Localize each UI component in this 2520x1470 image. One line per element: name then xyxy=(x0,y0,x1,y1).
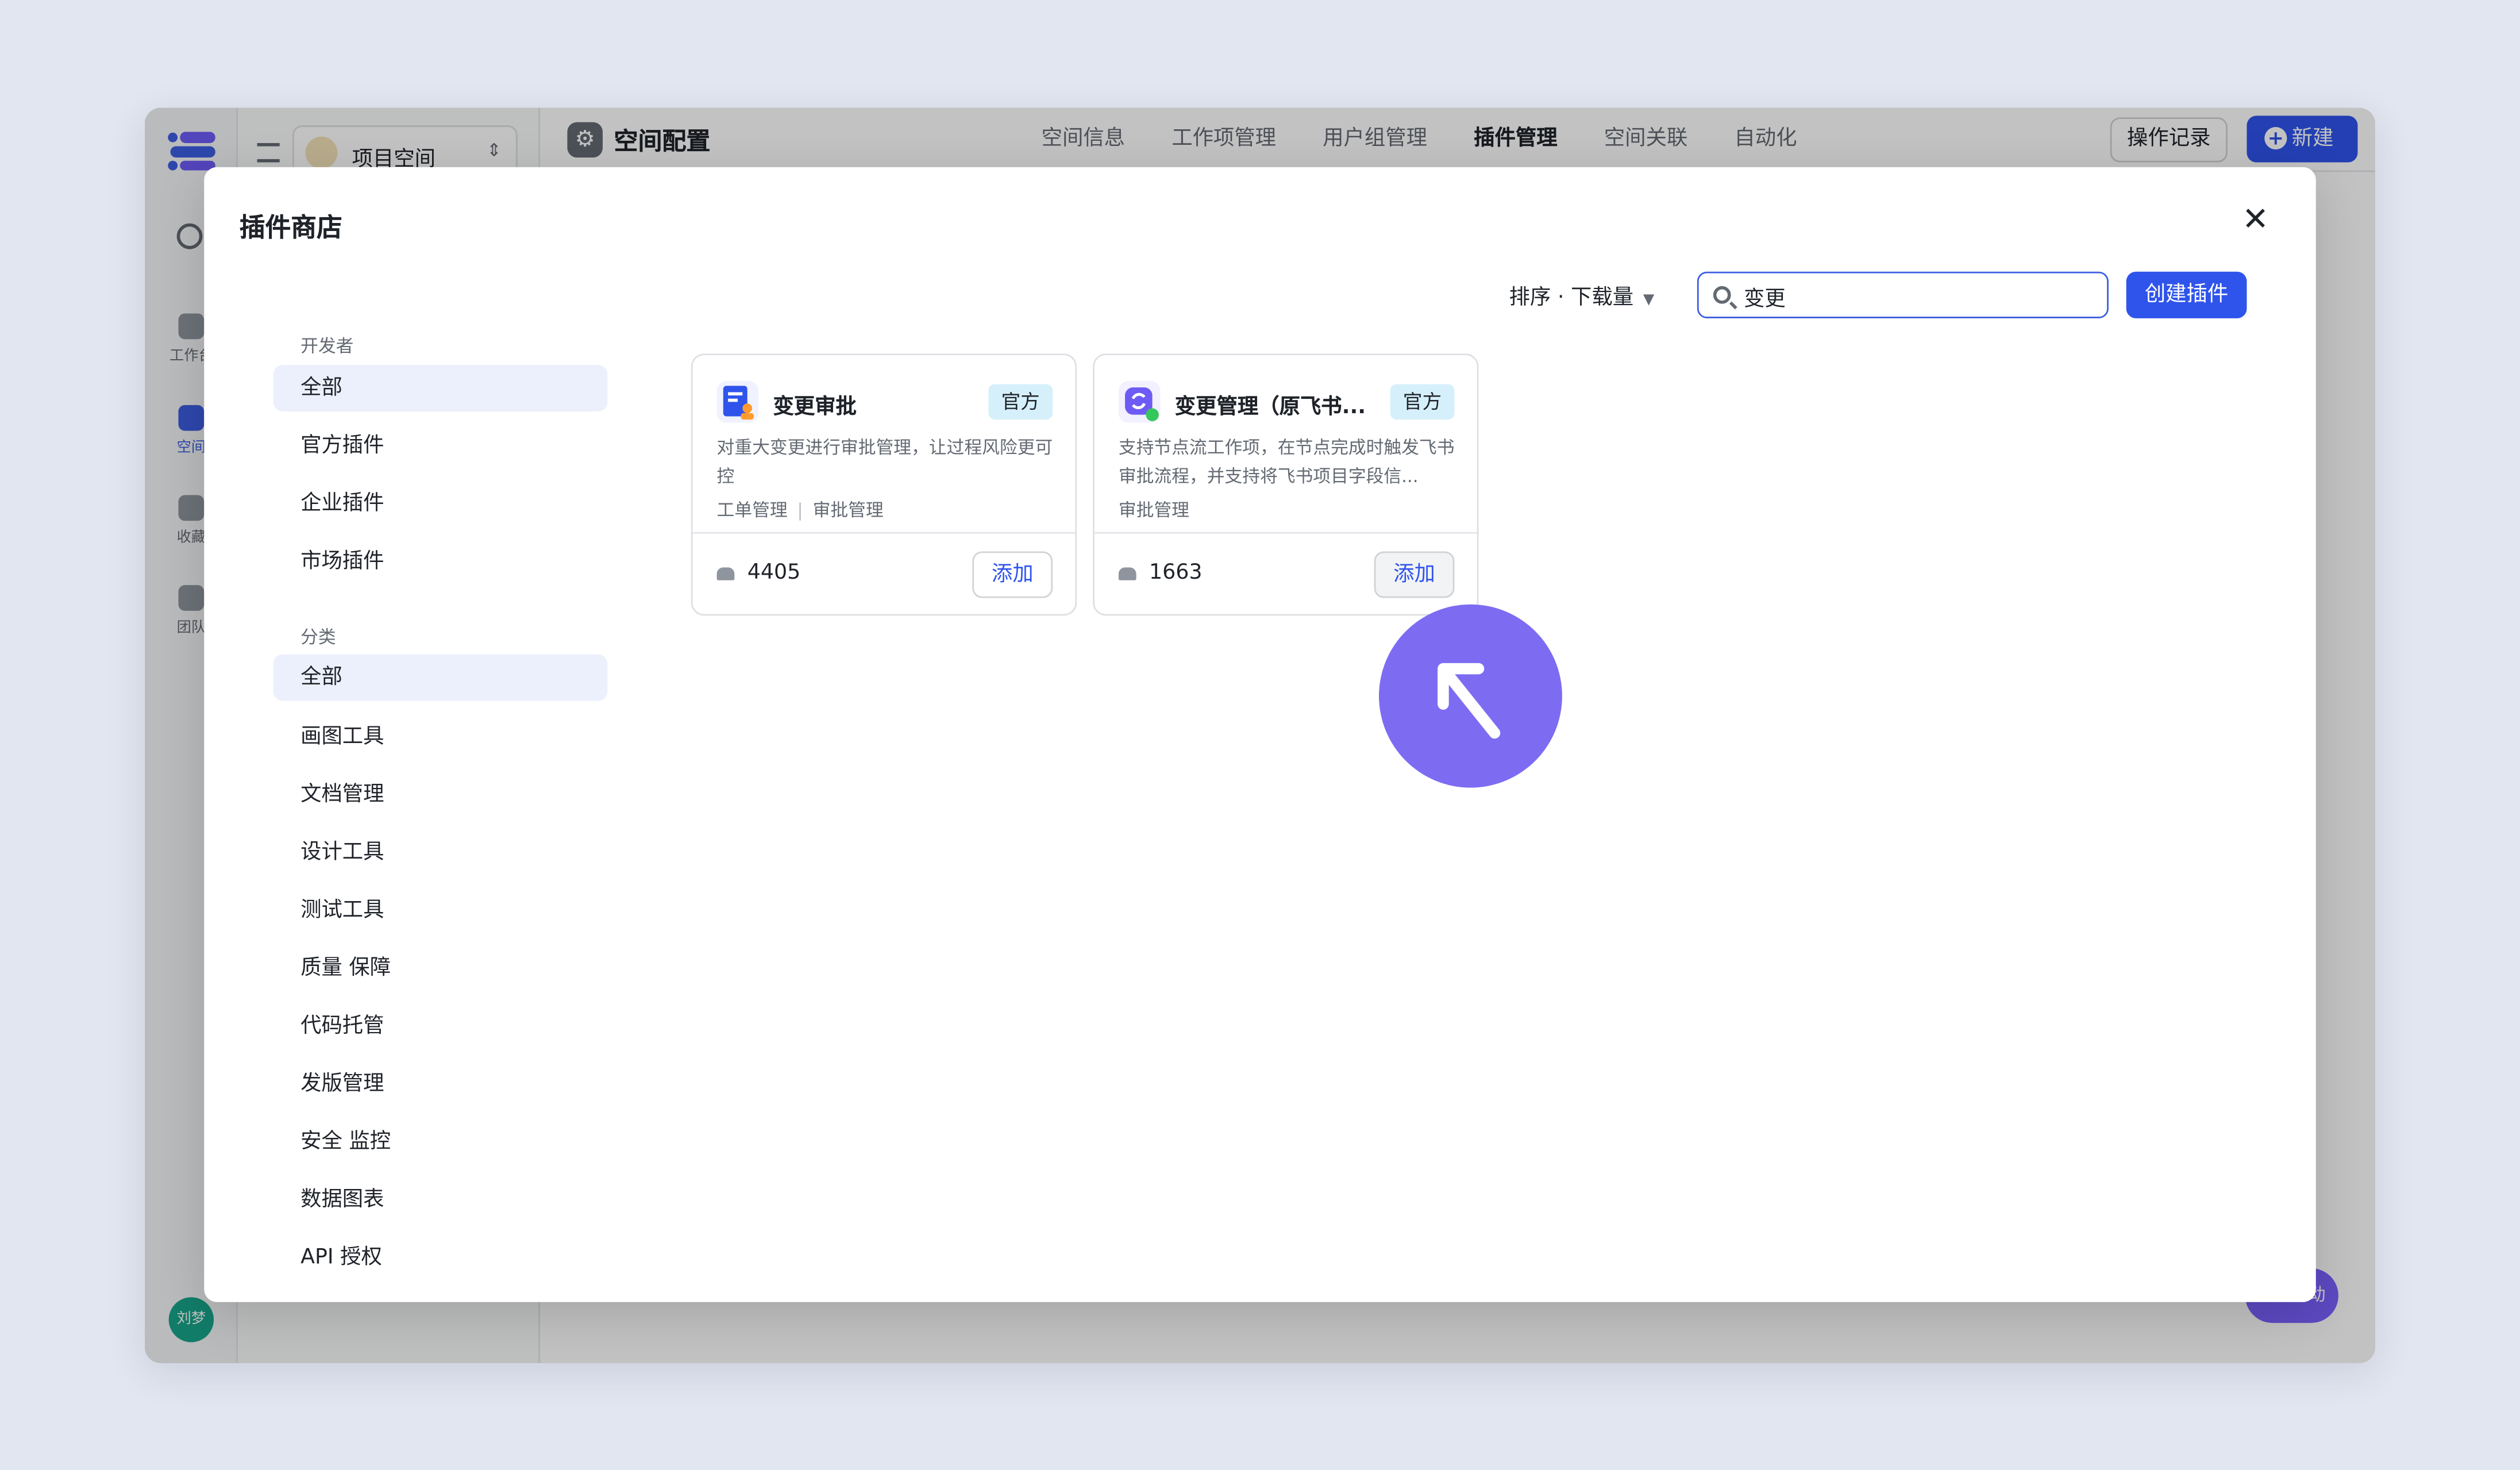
official-badge: 官方 xyxy=(1390,384,1455,420)
approval-doc-icon xyxy=(716,380,759,423)
plugin-description: 对重大变更进行审批管理，让过程风险更可控 xyxy=(716,437,1053,487)
filter-developer-official[interactable]: 官方插件 xyxy=(273,423,608,470)
card-divider xyxy=(1094,532,1477,534)
change-sync-icon xyxy=(1118,380,1161,423)
filter-developer-market[interactable]: 市场插件 xyxy=(273,538,608,585)
filter-category-api-auth[interactable]: API 授权 xyxy=(273,1234,608,1281)
cloud-download-icon xyxy=(716,567,735,580)
add-plugin-button[interactable]: 添加 xyxy=(1374,551,1455,598)
cloud-download-icon xyxy=(1118,567,1136,580)
tag-separator: | xyxy=(797,499,803,521)
create-plugin-button[interactable]: 创建插件 xyxy=(2126,271,2247,318)
official-badge: 官方 xyxy=(988,384,1053,420)
plugin-name: 变更审批 xyxy=(773,395,857,420)
download-count: 1663 xyxy=(1149,561,1203,586)
plugin-tag: 工单管理 xyxy=(716,499,788,521)
sort-dropdown[interactable]: 排序 · 下载量 ▼ xyxy=(1509,280,1655,310)
search-input[interactable] xyxy=(1743,279,2090,312)
filter-category-data-charts[interactable]: 数据图表 xyxy=(273,1177,608,1223)
download-count: 4405 xyxy=(747,561,801,586)
caret-down-icon: ▼ xyxy=(1643,293,1655,309)
filter-category-docs[interactable]: 文档管理 xyxy=(273,772,608,818)
filter-category-drawing[interactable]: 画图工具 xyxy=(273,714,608,760)
modal-title: 插件商店 xyxy=(239,212,342,243)
filter-category-release[interactable]: 发版管理 xyxy=(273,1061,608,1107)
filter-category-testing[interactable]: 测试工具 xyxy=(273,887,608,934)
plugin-name: 变更管理（原飞书... xyxy=(1174,395,1366,420)
plugin-tags: 审批管理 xyxy=(1119,497,1189,522)
plugin-tag: 审批管理 xyxy=(812,499,884,521)
search-icon xyxy=(1713,286,1731,304)
filter-category-quality[interactable]: 质量 保障 xyxy=(273,945,608,992)
filter-category-design[interactable]: 设计工具 xyxy=(273,829,608,876)
developer-filter-label: 开发者 xyxy=(300,336,354,357)
plugin-tags: 工单管理 | 审批管理 xyxy=(717,497,884,522)
card-divider xyxy=(692,532,1076,534)
add-plugin-button[interactable]: 添加 xyxy=(972,551,1053,598)
close-icon[interactable]: ✕ xyxy=(2242,201,2269,237)
plugin-description: 支持节点流工作项，在节点完成时触发飞书审批流程，并支持将飞书项目字段信... xyxy=(1118,437,1455,487)
category-filter-label: 分类 xyxy=(300,626,336,648)
plugin-tag: 审批管理 xyxy=(1118,499,1189,521)
cursor-highlight xyxy=(1378,604,1562,788)
plugin-store-modal: 插件商店 ✕ 开发者 全部 官方插件 企业插件 市场插件 分类 全部 画图工具 … xyxy=(204,167,2316,1302)
filter-developer-enterprise[interactable]: 企业插件 xyxy=(273,480,608,527)
plugin-card[interactable]: 变更审批 官方 对重大变更进行审批管理，让过程风险更可控 工单管理 | 审批管理 4… xyxy=(691,353,1077,616)
filter-developer-all[interactable]: 全部 xyxy=(273,364,608,412)
cursor-arrow-icon xyxy=(1438,663,1501,739)
plugin-card[interactable]: 变更管理（原飞书... 官方 支持节点流工作项，在节点完成时触发飞书审批流程，并… xyxy=(1093,353,1479,616)
sort-label: 排序 · 下载量 xyxy=(1509,286,1634,310)
filter-category-security[interactable]: 安全 监控 xyxy=(273,1119,608,1165)
filter-category-all[interactable]: 全部 xyxy=(273,654,608,701)
filter-category-code-hosting[interactable]: 代码托管 xyxy=(273,1003,608,1049)
search-box[interactable] xyxy=(1697,271,2109,318)
